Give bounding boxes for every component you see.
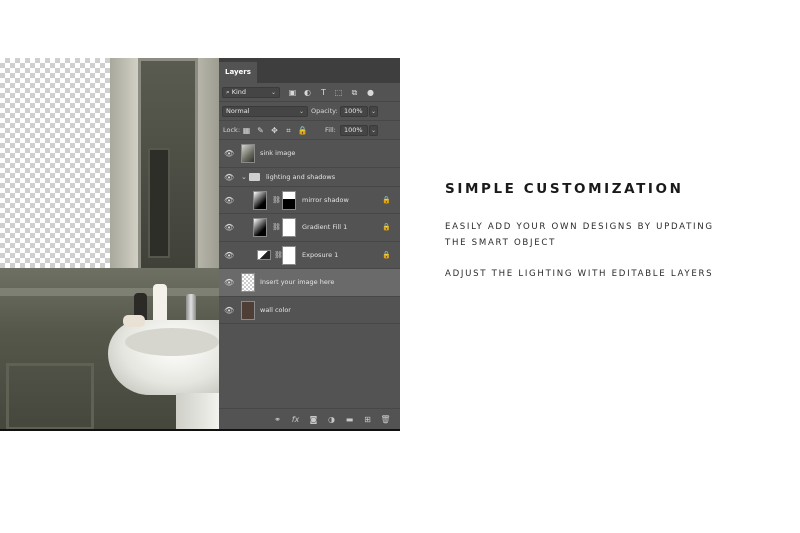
lock-icon: 🔒 xyxy=(382,195,391,204)
layer-name: sink image xyxy=(260,149,296,157)
headline: SIMPLE CUSTOMIZATION xyxy=(445,181,684,197)
filter-type-icon[interactable]: T xyxy=(318,87,329,98)
opacity-label: Opacity: xyxy=(311,107,338,115)
link-icon[interactable]: ⛓ xyxy=(272,196,281,204)
trash-icon[interactable]: 🗑 xyxy=(380,414,391,425)
layer-group-lighting-and-shadows[interactable]: 👁 ⌄ lighting and shadows xyxy=(219,168,400,187)
lock-icon: 🔒 xyxy=(382,223,391,231)
description-line-1: EASILY ADD YOUR OWN DESIGNS BY UPDATING xyxy=(445,222,714,232)
wall-panel xyxy=(6,363,94,430)
sink-bowl xyxy=(125,328,219,356)
blend-row: Normal ⌄ Opacity: 100% ⌄ xyxy=(219,102,400,121)
layers-panel: Layers ⌕ Kind ⌄ ▣ ◐ T ⬚ ⧉ ● Normal ⌄ Opa… xyxy=(219,58,400,430)
bathroom-mockup-photo xyxy=(0,58,219,430)
visibility-eye-icon[interactable]: 👁 xyxy=(224,251,234,260)
fx-icon[interactable]: fx xyxy=(290,414,301,425)
new-group-icon[interactable]: ▬ xyxy=(344,414,355,425)
filter-shape-icon[interactable]: ⬚ xyxy=(333,87,344,98)
layer-insert-your-image-here[interactable]: 👁 Insert your image here xyxy=(219,269,400,297)
layer-filter-row: ⌕ Kind ⌄ ▣ ◐ T ⬚ ⧉ ● xyxy=(219,83,400,102)
chevron-down-icon: ⌄ xyxy=(370,127,376,134)
chevron-down-icon: ⌄ xyxy=(370,108,376,115)
visibility-eye-icon[interactable]: 👁 xyxy=(224,173,234,182)
layer-thumbnail xyxy=(253,218,267,237)
layers-panel-footer: ⚭ fx ◙ ◑ ▬ ⊞ 🗑 xyxy=(219,408,400,430)
layer-exposure-1[interactable]: 👁 ⛓ Exposure 1 🔒 xyxy=(219,242,400,269)
filter-pixel-icon[interactable]: ▣ xyxy=(287,87,298,98)
soap-bar xyxy=(123,315,145,327)
adjustment-layer-icon[interactable]: ◑ xyxy=(326,414,337,425)
filter-adjustment-icon[interactable]: ◐ xyxy=(302,87,313,98)
link-icon[interactable]: ⛓ xyxy=(272,223,281,231)
layer-name: wall color xyxy=(260,305,291,314)
chevron-down-icon: ⌄ xyxy=(298,108,304,115)
description-line-3: ADJUST THE LIGHTING WITH EDITABLE LAYERS xyxy=(445,269,714,279)
layer-mirror-shadow[interactable]: 👁 ⛓ mirror shadow 🔒 xyxy=(219,187,400,214)
link-layers-icon[interactable]: ⚭ xyxy=(272,414,283,425)
exposure-adjustment-icon xyxy=(257,249,271,260)
visibility-eye-icon[interactable]: 👁 xyxy=(224,223,234,232)
opacity-dropdown[interactable]: ⌄ xyxy=(369,106,378,117)
lock-row: Lock: ▦ ✎ ✥ ⌗ 🔒 Fill: 100% ⌄ xyxy=(219,121,400,140)
new-layer-icon[interactable]: ⊞ xyxy=(362,414,373,425)
tab-layers[interactable]: Layers xyxy=(219,62,257,83)
sink-pedestal xyxy=(176,393,219,430)
visibility-eye-icon[interactable]: 👁 xyxy=(224,306,234,315)
visibility-eye-icon[interactable]: 👁 xyxy=(224,149,234,158)
smart-object-thumbnail xyxy=(241,273,255,292)
layer-thumbnail xyxy=(253,190,267,210)
filter-smart-object-icon[interactable]: ⧉ xyxy=(349,87,360,98)
lock-position-icon[interactable]: ✥ xyxy=(269,125,280,136)
layer-wall-color[interactable]: 👁 wall color xyxy=(219,297,400,324)
opacity-input[interactable]: 100% xyxy=(340,106,368,117)
lock-transparency-icon[interactable]: ▦ xyxy=(241,125,252,136)
bottom-rule xyxy=(0,429,400,431)
lock-icon: 🔒 xyxy=(382,250,391,259)
fill-label: Fill: xyxy=(325,126,336,134)
layer-thumbnail xyxy=(241,300,255,320)
mirror-reflection-door xyxy=(148,148,170,258)
lock-paint-icon[interactable]: ✎ xyxy=(255,125,266,136)
folder-icon xyxy=(249,172,260,181)
group-name: lighting and shadows xyxy=(266,172,336,181)
lock-all-icon[interactable]: 🔒 xyxy=(297,125,308,136)
layer-mask-thumbnail xyxy=(282,218,296,237)
fill-dropdown[interactable]: ⌄ xyxy=(369,125,378,136)
description-line-2: THE SMART OBJECT xyxy=(445,238,557,248)
filter-toggle-icon[interactable]: ● xyxy=(365,87,376,98)
visibility-eye-icon[interactable]: 👁 xyxy=(224,278,234,287)
blend-mode-select[interactable]: Normal ⌄ xyxy=(222,106,308,117)
visibility-eye-icon[interactable]: 👁 xyxy=(224,196,234,205)
layer-name: Insert your image here xyxy=(260,278,335,286)
layer-sink-image[interactable]: 👁 sink image xyxy=(219,140,400,168)
layer-mask-thumbnail xyxy=(282,245,296,265)
layer-gradient-fill-1[interactable]: 👁 ⛓ Gradient Fill 1 🔒 xyxy=(219,214,400,242)
layer-mask-thumbnail xyxy=(282,190,296,210)
layer-thumbnail xyxy=(241,144,255,163)
panel-tab-bar: Layers xyxy=(219,58,400,83)
layer-name: Exposure 1 xyxy=(302,250,339,259)
layer-name: mirror shadow xyxy=(302,195,349,204)
chevron-down-icon: ⌄ xyxy=(270,89,276,96)
layer-name: Gradient Fill 1 xyxy=(302,223,348,231)
lock-artboard-icon[interactable]: ⌗ xyxy=(283,125,294,136)
chevron-down-icon[interactable]: ⌄ xyxy=(241,172,247,183)
lock-label: Lock: xyxy=(223,126,241,134)
fill-input[interactable]: 100% xyxy=(340,125,368,136)
filter-kind-select[interactable]: ⌕ Kind ⌄ xyxy=(222,87,280,98)
add-mask-icon[interactable]: ◙ xyxy=(308,414,319,425)
search-icon: ⌕ xyxy=(226,88,230,96)
soap-bottle xyxy=(153,284,167,324)
